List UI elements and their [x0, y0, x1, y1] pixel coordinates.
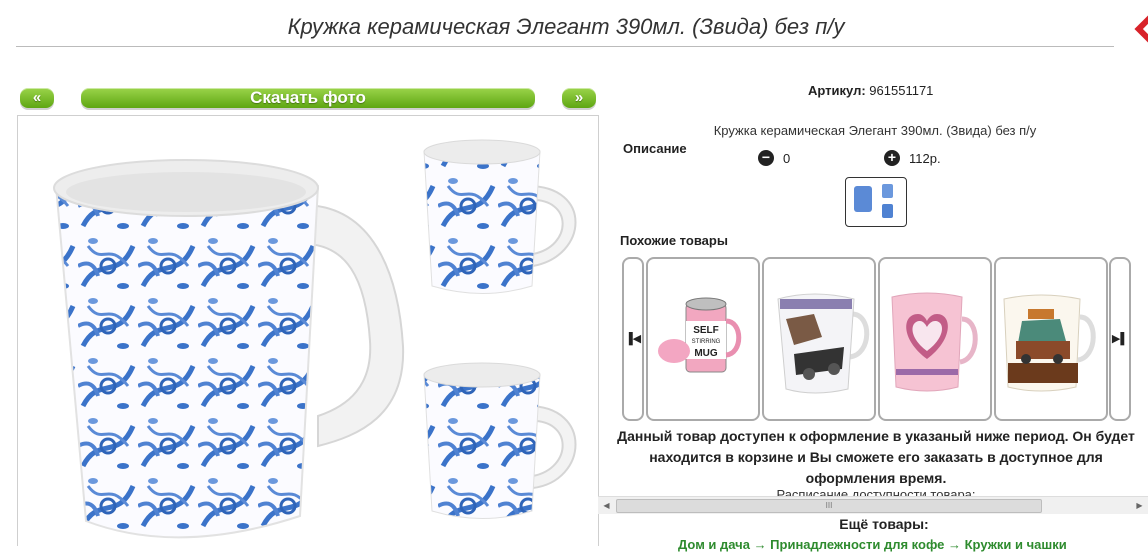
category-breadcrumb[interactable]: Дом и дача → Принадлежности для кофе → К… — [678, 537, 1067, 552]
carousel-next-icon[interactable]: ▶▌ — [1109, 257, 1131, 421]
prev-photo-button[interactable]: « — [20, 88, 54, 108]
article-label: Артикул: — [808, 83, 866, 98]
product-thumbnail[interactable] — [845, 177, 907, 227]
more-products-label: Ещё товары: — [839, 516, 929, 532]
article-value: 961551171 — [869, 83, 934, 98]
retro-car-mug-image — [1003, 294, 1096, 392]
minus-circle-icon[interactable]: − — [758, 150, 774, 166]
scrollbar-thumb[interactable]: III — [616, 499, 1042, 513]
quantity-value: 0 — [783, 151, 791, 166]
carousel-prev-icon[interactable]: ▐◀ — [622, 257, 644, 421]
similar-product-card[interactable] — [762, 257, 876, 421]
thumbnail-image — [854, 184, 893, 218]
availability-notice: Данный товар доступен к оформление в ука… — [617, 428, 1135, 486]
title-divider — [16, 46, 1114, 47]
scroll-right-icon[interactable]: ▶ — [1131, 497, 1148, 514]
price-value: 112р. — [909, 151, 941, 166]
page-title: Кружка керамическая Элегант 390мл. (Звид… — [287, 14, 845, 39]
similar-product-card[interactable] — [994, 257, 1108, 421]
similar-product-card[interactable]: SELF STIRRING MUG — [646, 257, 760, 421]
article-number: Артикул: 961551171 — [808, 83, 933, 98]
description-text: Кружка керамическая Элегант 390мл. (Звид… — [713, 123, 1037, 138]
similar-products-label: Похожие товары — [620, 233, 728, 248]
mug-text-self: SELF — [693, 325, 719, 336]
next-photo-button[interactable]: » — [562, 88, 596, 108]
similar-product-card[interactable] — [878, 257, 992, 421]
product-photo[interactable] — [17, 115, 599, 546]
horizontal-scrollbar[interactable]: ◀ III ▶ — [598, 496, 1148, 514]
cars-mug-image — [777, 293, 870, 394]
brand-logo-icon — [1134, 13, 1148, 45]
product-photo-image — [53, 139, 577, 539]
mug-text-mug: MUG — [694, 348, 718, 359]
mug-text-stirring: STIRRING — [692, 339, 721, 345]
plus-circle-icon[interactable]: + — [884, 150, 900, 166]
heart-mug-image — [891, 292, 978, 392]
self-stirring-mug-image: SELF STIRRING MUG — [658, 297, 742, 373]
download-photo-button[interactable]: Скачать фото — [81, 88, 535, 108]
description-label: Описание — [623, 141, 687, 156]
scroll-left-icon[interactable]: ◀ — [598, 497, 615, 514]
